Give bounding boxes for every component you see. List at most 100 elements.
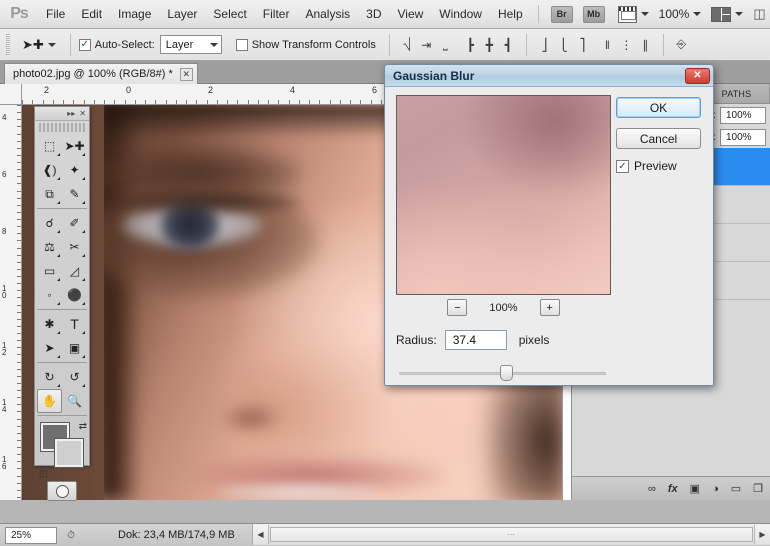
distribute-top-edges-icon[interactable]: ⎦ <box>536 36 553 53</box>
move-tool[interactable]: ➤✚ <box>62 134 87 158</box>
preview-checkbox[interactable]: ✓ <box>616 160 629 173</box>
rectangle-shape-tool[interactable]: ▣ <box>62 336 87 360</box>
radius-slider[interactable] <box>399 365 606 381</box>
eyedropper-tool[interactable]: ✎ <box>62 182 87 206</box>
edit-in-quick-mask-mode[interactable] <box>47 481 77 501</box>
align-vertical-centers-icon[interactable]: ⇥ <box>418 36 435 53</box>
menu-3d[interactable]: 3D <box>358 4 389 24</box>
rectangular-marquee-tool[interactable]: ⬚ <box>37 134 62 158</box>
arrange-documents-icon[interactable]: ◫ <box>753 6 765 22</box>
hand-tool[interactable]: ✋ <box>37 389 62 413</box>
align-top-edges-icon[interactable]: ⎷ <box>399 36 416 53</box>
close-icon[interactable]: ✕ <box>685 68 710 84</box>
document-size-info: Dok: 23,4 MB/174,9 MB <box>118 529 235 541</box>
new-group-icon[interactable]: ▭ <box>731 482 741 495</box>
scroll-left-button[interactable]: ◀ <box>253 525 269 544</box>
filter-preview[interactable] <box>396 95 611 295</box>
auto-align-layers-icon[interactable]: ⎆ <box>673 36 690 53</box>
horizontal-scrollbar[interactable]: ◀ ⋯ ▶ <box>252 524 770 545</box>
crop-tool[interactable]: ⧉ <box>37 182 62 206</box>
add-layer-mask-icon[interactable]: ▣ <box>690 482 700 495</box>
menu-analysis[interactable]: Analysis <box>297 4 358 24</box>
link-layers-icon[interactable]: ∞ <box>648 483 656 495</box>
clone-stamp-tool[interactable]: ⚖ <box>37 235 62 259</box>
distribute-right-edges-icon[interactable]: ∥ <box>637 36 654 53</box>
menu-image[interactable]: Image <box>110 4 159 24</box>
pen-tool[interactable]: ✱ <box>37 312 62 336</box>
preview-clock-icon[interactable]: ⏱ <box>62 527 80 543</box>
3d-rotate-tool[interactable]: ↻ <box>37 365 62 389</box>
menu-filter[interactable]: Filter <box>255 4 298 24</box>
preview-toggle[interactable]: ✓ Preview <box>616 159 701 173</box>
history-brush-tool[interactable]: ✂ <box>62 235 87 259</box>
zoom-level-input[interactable]: 25% <box>5 527 57 544</box>
scroll-right-button[interactable]: ▶ <box>754 525 770 544</box>
view-extras-icon[interactable] <box>618 6 637 23</box>
distribute-horizontal-centers-icon[interactable]: ⋮ <box>618 36 635 53</box>
lasso-tool[interactable]: ❰) <box>37 158 62 182</box>
launch-bridge-button[interactable]: Br <box>551 6 573 23</box>
collapse-icon[interactable]: ▸▸ <box>67 109 75 118</box>
close-icon[interactable]: ✕ <box>79 109 86 118</box>
type-tool[interactable]: T <box>62 312 87 336</box>
options-bar-grip[interactable] <box>6 34 10 56</box>
chevron-down-icon[interactable] <box>641 12 649 16</box>
brush-tool[interactable]: ✐ <box>62 211 87 235</box>
horizontal-scroll-thumb[interactable]: ⋯ <box>270 527 753 542</box>
tools-panel-drag-bar[interactable] <box>39 123 85 132</box>
preview-zoom-out-button[interactable]: − <box>447 299 467 316</box>
cancel-button[interactable]: Cancel <box>616 128 701 149</box>
path-selection-tool[interactable]: ➤ <box>37 336 62 360</box>
preview-zoom-in-button[interactable]: + <box>540 299 560 316</box>
radius-slider-thumb[interactable] <box>500 365 513 381</box>
dodge-tool[interactable]: ⚫ <box>62 283 87 307</box>
eraser-tool[interactable]: ▭ <box>37 259 62 283</box>
distribute-left-edges-icon[interactable]: ‖ <box>599 36 616 53</box>
document-tab[interactable]: photo02.jpg @ 100% (RGB/8#) * ✕ <box>4 63 198 84</box>
spot-healing-brush-tool[interactable]: ☌ <box>37 211 62 235</box>
zoom-tool[interactable]: 🔍 <box>62 389 87 413</box>
fill-field[interactable]: 100% <box>720 129 766 146</box>
menu-edit[interactable]: Edit <box>73 4 110 24</box>
screen-mode-icon[interactable] <box>711 7 731 22</box>
blur-tool[interactable]: ◦ <box>37 283 62 307</box>
show-transform-controls-checkbox[interactable] <box>236 39 248 51</box>
align-left-edges-icon[interactable]: ┣ <box>462 36 479 53</box>
vertical-ruler[interactable]: 46810121416 <box>0 105 22 500</box>
distribute-bottom-edges-icon[interactable]: ⎤ <box>574 36 591 53</box>
new-layer-icon[interactable]: ❐ <box>753 482 763 495</box>
default-colors-icon[interactable]: ◰ <box>39 468 48 479</box>
ok-button[interactable]: OK <box>616 97 701 118</box>
chevron-down-icon[interactable] <box>693 12 701 16</box>
magic-wand-tool[interactable]: ✦ <box>62 158 87 182</box>
ruler-origin-corner[interactable] <box>0 84 22 105</box>
close-icon[interactable]: ✕ <box>180 68 193 81</box>
chevron-down-icon[interactable] <box>48 43 56 47</box>
radius-input[interactable]: 37.4 <box>445 330 507 350</box>
launch-mini-bridge-button[interactable]: Mb <box>583 6 605 23</box>
menu-file[interactable]: File <box>38 4 73 24</box>
menu-layer[interactable]: Layer <box>159 4 205 24</box>
3d-orbit-tool[interactable]: ↺ <box>62 365 87 389</box>
menu-help[interactable]: Help <box>490 4 531 24</box>
align-bottom-edges-icon[interactable]: ⎵ <box>437 36 454 53</box>
menu-view[interactable]: View <box>389 4 431 24</box>
chevron-down-icon[interactable] <box>735 12 743 16</box>
radius-row: Radius: 37.4 pixels <box>396 330 549 350</box>
auto-select-dropdown[interactable]: Layer <box>160 35 222 54</box>
background-color-swatch[interactable] <box>55 439 83 467</box>
add-layer-style-icon[interactable]: fx <box>668 483 678 495</box>
menubar-zoom-level[interactable]: 100% <box>659 7 690 21</box>
new-adjustment-layer-icon[interactable]: ◑ <box>712 483 719 495</box>
dialog-title-bar[interactable]: Gaussian Blur ✕ <box>385 65 713 87</box>
distribute-vertical-centers-icon[interactable]: ⎩ <box>555 36 572 53</box>
menu-select[interactable]: Select <box>205 4 254 24</box>
auto-select-checkbox[interactable]: ✓ <box>79 39 91 51</box>
menu-window[interactable]: Window <box>431 4 490 24</box>
opacity-field[interactable]: 100% <box>720 107 766 124</box>
align-horizontal-centers-icon[interactable]: ╋ <box>481 36 498 53</box>
active-tool-preset[interactable]: ➤✚ <box>16 37 62 53</box>
swap-colors-icon[interactable]: ⇄ <box>79 421 87 432</box>
paint-bucket-tool[interactable]: ◿ <box>62 259 87 283</box>
align-right-edges-icon[interactable]: ┫ <box>500 36 517 53</box>
